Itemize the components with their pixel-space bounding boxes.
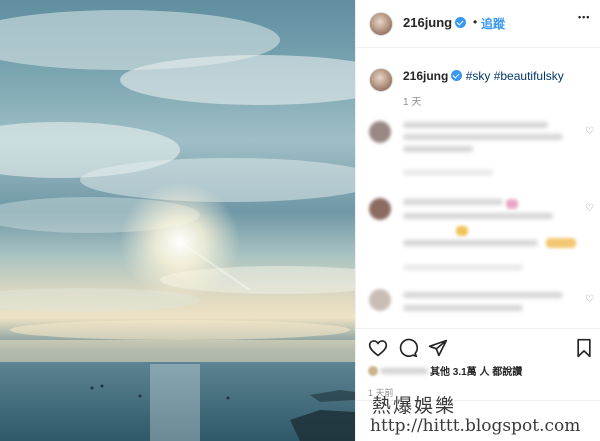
caption-avatar[interactable] <box>369 68 393 92</box>
post-photo[interactable] <box>0 0 355 441</box>
comment-emoji-blurred <box>546 238 576 248</box>
author-avatar[interactable] <box>369 12 393 36</box>
comment-blurred-text <box>403 134 563 140</box>
caption: 216jung #sky #beautifulsky <box>403 69 564 83</box>
verified-badge-icon <box>455 17 467 28</box>
action-bar <box>356 328 600 368</box>
comment-avatar[interactable] <box>369 121 391 143</box>
share-icon[interactable] <box>428 338 448 358</box>
comment-emoji-blurred <box>506 199 518 209</box>
more-options-button[interactable]: ••• <box>578 12 590 22</box>
caption-verified-badge-icon <box>451 70 463 81</box>
liker-name-blurred <box>380 368 428 374</box>
sky-sea-image <box>0 10 355 441</box>
heart-icon[interactable]: ♡ <box>585 203 594 214</box>
comment-meta-blurred <box>403 170 493 175</box>
author-username[interactable]: 216jung <box>403 15 467 30</box>
comment-avatar[interactable] <box>369 198 391 220</box>
post-panel: 216jung • 追蹤 ••• 216jung #sky #beautiful… <box>355 0 600 441</box>
comment-icon[interactable] <box>398 338 418 358</box>
comment-avatar[interactable] <box>369 289 391 311</box>
heart-icon[interactable]: ♡ <box>585 294 594 305</box>
bookmark-icon[interactable] <box>575 338 593 358</box>
follow-button[interactable]: 追蹤 <box>481 15 505 32</box>
comment-meta-blurred <box>403 265 523 270</box>
liker-avatar <box>368 366 378 376</box>
caption-username[interactable]: 216jung <box>403 69 448 83</box>
comment-blurred-text <box>403 305 523 311</box>
like-heart-icon[interactable] <box>368 338 388 358</box>
watermark-url: http://hittt.blogspot.com <box>370 416 581 436</box>
comment-blurred-text <box>403 122 548 128</box>
comment-blurred-text <box>403 292 563 298</box>
heart-icon[interactable]: ♡ <box>585 126 594 137</box>
caption-time: 1 天 <box>403 97 422 108</box>
separator-dot: • <box>473 15 478 29</box>
comment-blurred-text <box>403 240 538 246</box>
comment-blurred-text <box>403 213 553 219</box>
likes-summary[interactable]: 其他 3.1萬 人 都說讚 <box>368 363 522 378</box>
comment-emoji-blurred <box>456 226 468 236</box>
watermark-title: 熱爆娛樂 <box>372 395 457 417</box>
post-header: 216jung • 追蹤 ••• <box>356 0 600 48</box>
comment-blurred-text <box>403 146 473 152</box>
comment-blurred-text <box>403 199 503 205</box>
author-username-text[interactable]: 216jung <box>403 15 452 30</box>
likes-text[interactable]: 其他 3.1萬 人 都說讚 <box>430 367 522 378</box>
caption-hashtags[interactable]: #sky #beautifulsky <box>466 69 564 83</box>
